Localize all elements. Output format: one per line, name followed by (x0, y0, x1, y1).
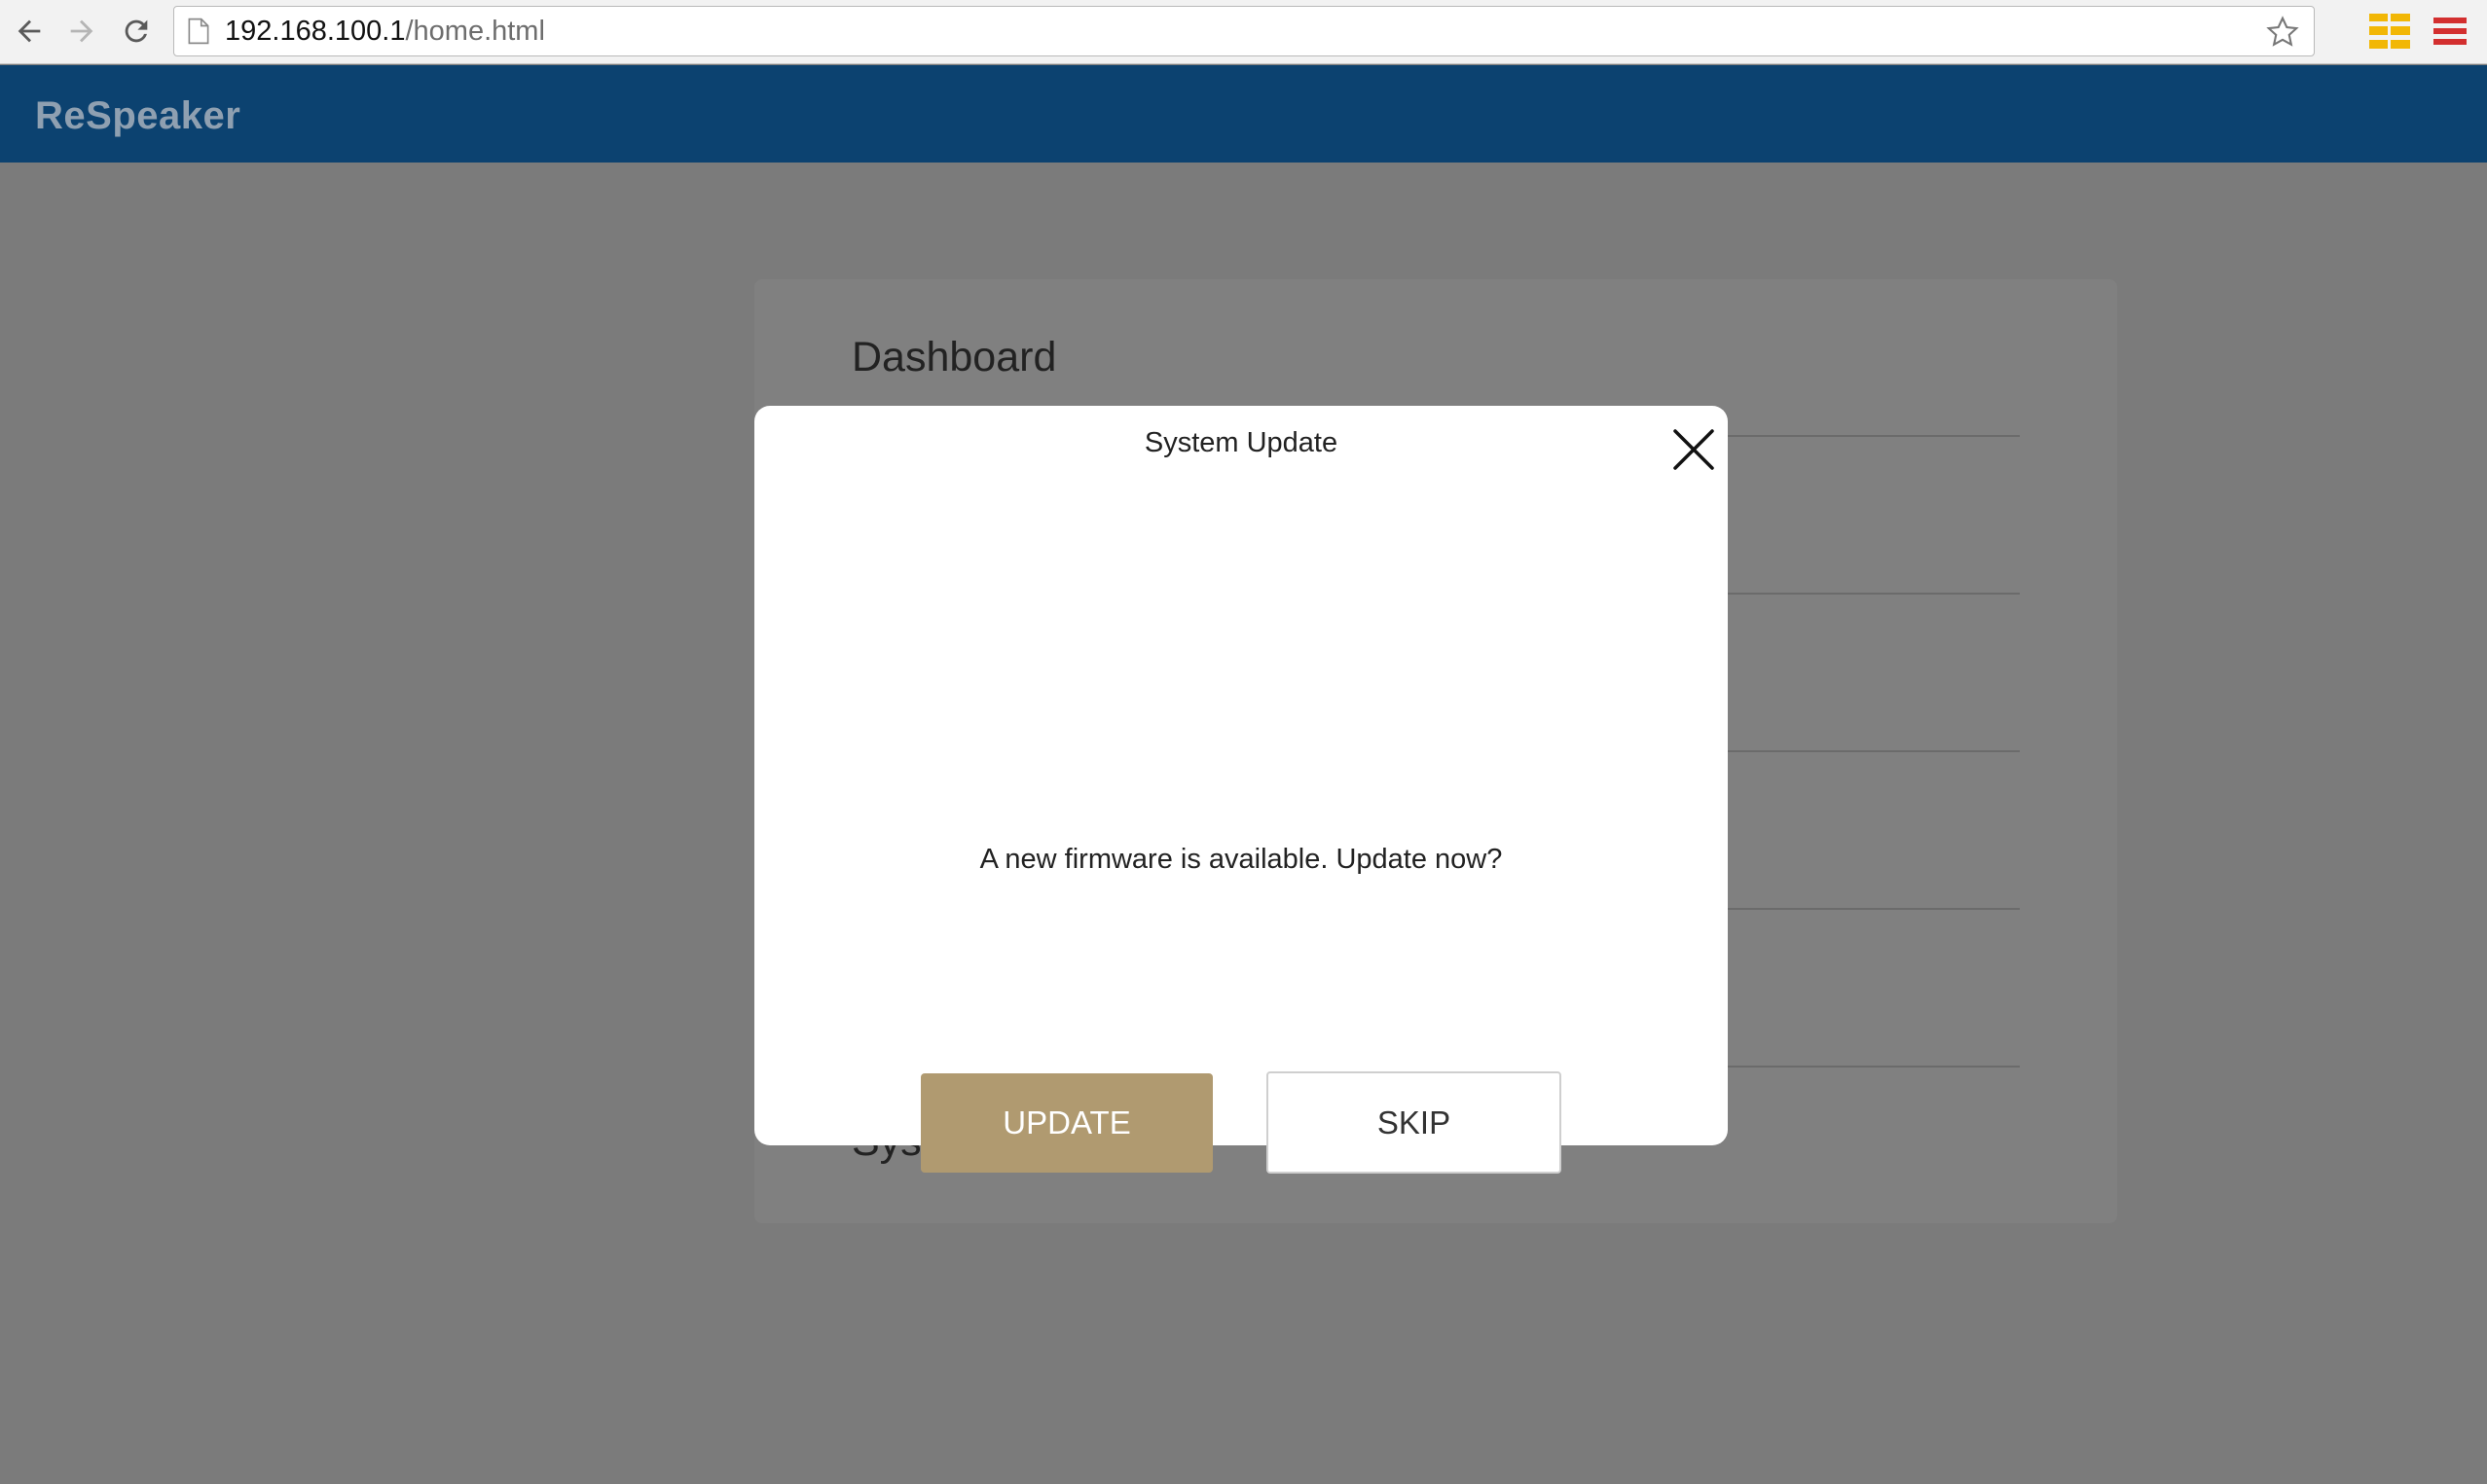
browser-toolbar: 192.168.100.1/home.html (0, 0, 2487, 64)
update-button[interactable]: UPDATE (921, 1073, 1213, 1173)
app-header: ReSpeaker (0, 65, 2487, 163)
system-update-dialog: System Update A new firmware is availabl… (754, 406, 1728, 1145)
back-button[interactable] (8, 10, 51, 53)
dialog-title: System Update (1144, 427, 1338, 458)
brand-logo[interactable]: ReSpeaker (35, 94, 240, 138)
address-bar[interactable]: 192.168.100.1/home.html (173, 6, 2315, 56)
url-text: 192.168.100.1/home.html (225, 16, 545, 48)
page-icon (188, 18, 209, 45)
url-host: 192.168.100.1 (225, 15, 406, 47)
forward-arrow-icon (70, 19, 93, 43)
reload-icon (125, 19, 148, 43)
close-button[interactable] (1667, 423, 1720, 476)
url-path: /home.html (405, 15, 545, 47)
page-title: Dashboard (852, 334, 1057, 380)
close-icon (1673, 429, 1714, 470)
back-arrow-icon (18, 19, 41, 43)
skip-button[interactable]: SKIP (1266, 1071, 1561, 1174)
dialog-message: A new firmware is available. Update now? (979, 844, 1503, 875)
extension-icon[interactable] (2369, 14, 2410, 49)
hamburger-menu-icon[interactable] (2433, 16, 2467, 47)
star-icon[interactable] (2265, 15, 2300, 50)
forward-button[interactable] (60, 10, 103, 53)
reload-button[interactable] (115, 10, 158, 53)
